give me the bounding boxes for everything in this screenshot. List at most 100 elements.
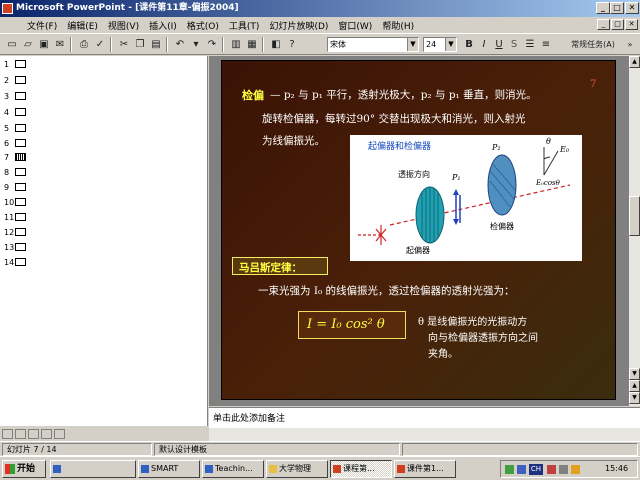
note-line-2[interactable]: 向与检偏器透振方向之间	[428, 329, 538, 344]
ime-indicator[interactable]: CH	[529, 464, 543, 475]
scroll-down-icon[interactable]: ▼	[629, 368, 640, 380]
scroll-thumb[interactable]	[629, 196, 640, 236]
close-button[interactable]: ✕	[625, 2, 639, 14]
slide-number: 8	[4, 167, 10, 177]
normal-view-icon[interactable]	[2, 429, 13, 439]
outline-slide-current[interactable]: 7	[4, 152, 26, 162]
slide-editing-area[interactable]: 7 检偏 — p₂ 与 p₁ 平行，透射光极大，p₂ 与 p₁ 垂直，则消光。 …	[209, 56, 628, 406]
taskbar-item[interactable]: 课件第1...	[394, 460, 456, 478]
polarizer-analyzer-figure[interactable]: 起偏器和检偏器 透振方向 P₁ P₂ θ E₀ E₀cosθ 起偏器 检偏器	[350, 135, 582, 261]
menu-insert[interactable]: 插入(I)	[144, 19, 182, 32]
slideshow-view-icon[interactable]	[54, 429, 65, 439]
previous-slide-icon[interactable]: ▲	[629, 380, 640, 392]
slide-line-3[interactable]: 为线偏振光。	[262, 133, 325, 148]
doc-close-button[interactable]: ✕	[625, 19, 638, 30]
paste-icon[interactable]: ▤	[148, 37, 164, 52]
vertical-scrollbar[interactable]: ▲ ▼ ▲ ▼	[628, 56, 640, 406]
minimize-button[interactable]: _	[596, 2, 610, 14]
outline-slide[interactable]: 9	[4, 182, 26, 192]
common-tasks-button[interactable]: 常规任务(A)	[561, 37, 625, 52]
outline-slide[interactable]: 11	[4, 212, 26, 222]
outline-slide[interactable]: 5	[4, 123, 26, 133]
next-slide-icon[interactable]: ▼	[629, 392, 640, 404]
start-button[interactable]: 开始	[2, 460, 46, 478]
menu-view[interactable]: 视图(V)	[103, 19, 144, 32]
print-icon[interactable]: ⎙	[76, 37, 92, 52]
new-file-icon[interactable]: ▭	[4, 37, 20, 52]
help-icon[interactable]: ?	[284, 37, 300, 52]
outline-slide[interactable]: 14	[4, 257, 26, 267]
notes-pane[interactable]: 单击此处添加备注	[209, 407, 640, 428]
italic-button[interactable]: I	[476, 37, 492, 52]
menu-window[interactable]: 窗口(W)	[333, 19, 377, 32]
slide-line-2[interactable]: 旋转检偏器，每转过90° 交替出现极大和消光，则入射光	[262, 111, 525, 126]
undo-icon[interactable]: ↶	[172, 37, 188, 52]
copy-icon[interactable]: ❐	[132, 37, 148, 52]
undo-dropdown-icon[interactable]: ▾	[188, 37, 204, 52]
doc-restore-button[interactable]: □	[611, 19, 624, 30]
taskbar-item[interactable]: SMART	[138, 460, 200, 478]
formula-box[interactable]: I = I₀ cos² θ	[298, 311, 406, 339]
insert-chart-icon[interactable]: ▥	[228, 37, 244, 52]
menu-file[interactable]: 文件(F)	[22, 19, 62, 32]
menu-slideshow[interactable]: 幻灯片放映(D)	[264, 19, 333, 32]
slide-view-icon[interactable]	[28, 429, 39, 439]
menu-tools[interactable]: 工具(T)	[224, 19, 265, 32]
scroll-up-icon[interactable]: ▲	[629, 56, 640, 68]
doc-minimize-button[interactable]: _	[597, 19, 610, 30]
powerpoint-app-icon[interactable]	[2, 3, 13, 14]
shadow-button[interactable]: S	[506, 37, 522, 52]
cut-icon[interactable]: ✂	[116, 37, 132, 52]
tray-icon[interactable]	[571, 465, 580, 474]
outline-slide[interactable]: 2	[4, 75, 26, 85]
taskbar-item[interactable]: Teachin...	[202, 460, 264, 478]
menu-edit[interactable]: 编辑(E)	[62, 19, 103, 32]
chevron-down-icon[interactable]: ▼	[407, 38, 418, 51]
outline-pane[interactable]: 1 2 3 4 5 6 7 8 9 10 11 12 13 14	[0, 56, 208, 426]
spelling-icon[interactable]: ✓	[92, 37, 108, 52]
horizontal-scrollbar[interactable]	[209, 428, 640, 441]
align-center-icon[interactable]: ≡	[538, 37, 554, 52]
menu-format[interactable]: 格式(O)	[182, 19, 224, 32]
tray-icon[interactable]	[547, 465, 556, 474]
slide-sorter-view-icon[interactable]	[41, 429, 52, 439]
outline-slide[interactable]: 6	[4, 138, 26, 148]
taskbar-item[interactable]	[50, 460, 136, 478]
insert-table-icon[interactable]: ▦	[244, 37, 260, 52]
outline-slide[interactable]: 13	[4, 242, 26, 252]
outline-slide[interactable]: 10	[4, 197, 26, 207]
slide-canvas[interactable]: 7 检偏 — p₂ 与 p₁ 平行，透射光极大，p₂ 与 p₁ 垂直，则消光。 …	[221, 60, 616, 400]
align-left-icon[interactable]: ☰	[522, 37, 538, 52]
toolbar-options-icon[interactable]: »	[624, 37, 636, 52]
restore-button[interactable]: □	[610, 2, 624, 14]
title-bar[interactable]: Microsoft PowerPoint - [课件第11章-偏振2004] _…	[0, 0, 640, 17]
bold-button[interactable]: B	[461, 37, 477, 52]
grayscale-icon[interactable]: ◧	[268, 37, 284, 52]
volume-icon[interactable]	[559, 465, 568, 474]
save-icon[interactable]: ▣	[36, 37, 52, 52]
outline-slide[interactable]: 1	[4, 59, 26, 69]
font-size-select[interactable]: 24 ▼	[423, 37, 457, 52]
malus-text[interactable]: 一束光强为 I₀ 的线偏振光，透过检偏器的透射光强为：	[258, 283, 515, 298]
outline-view-icon[interactable]	[15, 429, 26, 439]
redo-icon[interactable]: ↷	[204, 37, 220, 52]
underline-button[interactable]: U	[491, 37, 507, 52]
outline-slide[interactable]: 3	[4, 91, 26, 101]
note-line-3[interactable]: 夹角。	[428, 345, 458, 360]
email-icon[interactable]: ✉	[52, 37, 68, 52]
chevron-down-icon[interactable]: ▼	[445, 38, 456, 51]
outline-slide[interactable]: 8	[4, 167, 26, 177]
slide-keyword[interactable]: 检偏	[242, 87, 264, 103]
tray-icon[interactable]	[517, 465, 526, 474]
font-name-select[interactable]: 宋体 ▼	[327, 37, 419, 52]
menu-help[interactable]: 帮助(H)	[377, 19, 419, 32]
taskbar-item[interactable]: 大学物理	[266, 460, 328, 478]
tray-icon[interactable]	[505, 465, 514, 474]
malus-heading-box[interactable]: 马吕斯定律：	[232, 257, 328, 275]
note-line-1[interactable]: θ 是线偏振光的光振动方	[418, 313, 527, 328]
slide-line-1[interactable]: — p₂ 与 p₁ 平行，透射光极大，p₂ 与 p₁ 垂直，则消光。	[270, 87, 537, 102]
open-folder-icon[interactable]: ▱	[20, 37, 36, 52]
outline-slide[interactable]: 4	[4, 107, 26, 117]
taskbar-item-active[interactable]: 课程第...	[330, 460, 392, 478]
outline-slide[interactable]: 12	[4, 227, 26, 237]
